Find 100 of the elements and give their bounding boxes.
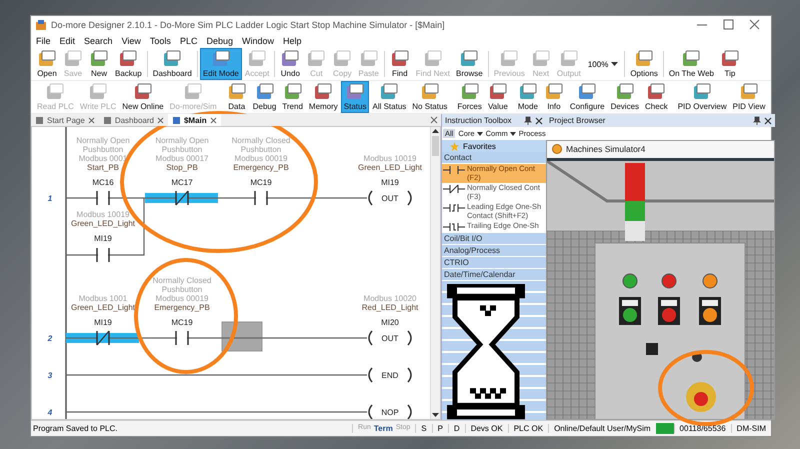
toolbar-button[interactable]: Forces: [454, 81, 485, 113]
toolbar-button[interactable]: New: [86, 48, 112, 80]
coil-address: MI19: [381, 178, 399, 187]
document-tab[interactable]: Start Page: [31, 114, 99, 126]
menu-item[interactable]: Window: [242, 36, 274, 46]
status-text: DM-SIM: [730, 424, 771, 433]
toolbar-button[interactable]: Info: [540, 81, 567, 113]
tool-icon: [345, 83, 366, 101]
closed-contact-symbol[interactable]: [175, 190, 189, 206]
tag-nickname: Red_LED_Light: [362, 303, 418, 312]
toolbar-button[interactable]: Memory: [306, 81, 341, 113]
pin-icon[interactable]: [524, 116, 532, 125]
toolbar-button[interactable]: Data: [224, 81, 250, 113]
toolbar-button[interactable]: All Status: [369, 81, 410, 113]
toolbar-button[interactable]: On The Web: [666, 48, 717, 80]
document-tab[interactable]: $Main: [168, 114, 221, 126]
tool-icon: [313, 83, 334, 101]
panel-title: Instruction Toolbox: [445, 116, 513, 125]
tool-icon: [518, 83, 538, 101]
tool-icon: [646, 83, 666, 101]
coil-symbol[interactable]: [368, 404, 412, 419]
toolbar-button[interactable]: Configure: [566, 81, 608, 113]
tool-icon: [306, 50, 326, 68]
contact-comment: Pushbutton: [82, 145, 124, 154]
window-title: Do-more Designer 2.10.1 - Do-More Sim PLC Ladder Logic Start Stop Machine Simulator - [$Main]: [51, 20, 446, 30]
toolbar-button[interactable]: Edit Mode: [200, 48, 242, 80]
close-icon[interactable]: [156, 116, 164, 124]
toolbar-button[interactable]: Mode: [514, 81, 541, 113]
close-icon[interactable]: [764, 116, 772, 124]
tool-icon: [422, 50, 443, 68]
toolbar-button[interactable]: Devices: [608, 81, 642, 113]
coil-symbol[interactable]: [368, 190, 412, 206]
closed-contact-symbol[interactable]: [96, 330, 110, 346]
contact-comment: Normally Open: [155, 136, 209, 145]
tool-icon: [280, 50, 300, 68]
status-flag: P: [432, 424, 448, 433]
close-icon[interactable]: [210, 116, 217, 124]
coil-symbol[interactable]: [368, 330, 412, 346]
coil-symbol[interactable]: [368, 368, 412, 382]
toolbar-button[interactable]: Open: [34, 48, 60, 80]
toolbar-button[interactable]: Undo: [277, 48, 304, 80]
toolbar-button[interactable]: Check: [642, 81, 671, 113]
favorites-group[interactable]: Favorites: [442, 140, 546, 152]
open-contact-symbol[interactable]: [175, 331, 189, 345]
toolbar-button[interactable]: PID Overview: [674, 81, 730, 113]
tool-icon: [681, 50, 702, 68]
tag-nickname: Green_LED_Light: [358, 163, 422, 172]
toolbar-button[interactable]: Debug: [250, 81, 280, 113]
toolbar-button[interactable]: Dashboard: [150, 48, 195, 80]
toolbar-button[interactable]: Backup: [112, 48, 145, 80]
toolbar-button[interactable]: No Status: [409, 81, 450, 113]
tool-icon: [358, 50, 379, 68]
menu-item[interactable]: View: [122, 36, 141, 46]
tool-icon: [720, 50, 740, 68]
scrollbar-thumb[interactable]: [432, 136, 439, 156]
category-header[interactable]: Contact: [442, 152, 546, 164]
tag-nickname: Emergency_PB: [233, 163, 289, 172]
toolbar-button[interactable]: Tip: [716, 48, 743, 80]
toolbar-button[interactable]: Value: [484, 81, 511, 113]
toolbar-button[interactable]: Trend: [279, 81, 306, 113]
toolbar-button[interactable]: Options: [627, 48, 661, 80]
open-contact-symbol[interactable]: [96, 248, 110, 262]
document-tab[interactable]: Dashboard: [98, 114, 168, 126]
document-icon: [35, 116, 44, 124]
contact-comment: Pushbutton: [240, 145, 282, 154]
menu-item[interactable]: File: [36, 36, 51, 46]
tool-icon: [460, 83, 480, 101]
zoom-dropdown[interactable]: 100%: [584, 60, 622, 68]
rung-number: 3: [48, 371, 52, 380]
pin-icon[interactable]: [753, 116, 761, 125]
contact-comment: Normally Open: [76, 136, 130, 145]
menu-item[interactable]: Debug: [206, 36, 233, 46]
toolbar-button[interactable]: PID View: [730, 81, 768, 113]
tool-icon: [118, 50, 138, 68]
tool-icon: [379, 83, 400, 101]
rung-number: 1: [48, 194, 52, 203]
menu-item[interactable]: Help: [283, 36, 302, 46]
menu-item[interactable]: Tools: [150, 36, 171, 46]
tool-icon: [692, 83, 712, 101]
category-header[interactable]: CTRIO: [442, 257, 546, 269]
toolbar-button[interactable]: New Online: [119, 81, 167, 113]
toolbar-button[interactable]: Browse: [453, 48, 486, 80]
category-header[interactable]: Analog/Process: [442, 245, 546, 257]
menu-item[interactable]: Edit: [60, 36, 76, 46]
category-header[interactable]: Coil/Bit I/O: [442, 233, 546, 245]
tool-icon: [544, 83, 564, 101]
open-contact-symbol[interactable]: [96, 191, 110, 205]
menu-item[interactable]: Search: [84, 36, 113, 46]
tag-nickname: Start_PB: [87, 163, 119, 172]
tool-icon: [226, 83, 247, 101]
close-icon[interactable]: [88, 116, 95, 124]
open-contact-symbol[interactable]: [254, 191, 268, 205]
close-icon[interactable]: [430, 116, 438, 124]
close-icon[interactable]: [535, 116, 543, 124]
contact-address: MC16: [92, 178, 114, 187]
category-header[interactable]: Date/Time/Calendar: [442, 269, 546, 281]
toolbar-button[interactable]: Status: [340, 81, 370, 113]
scrollbar[interactable]: [430, 127, 440, 419]
menu-item[interactable]: PLC: [180, 36, 198, 46]
toolbar-button[interactable]: Find: [386, 48, 413, 80]
